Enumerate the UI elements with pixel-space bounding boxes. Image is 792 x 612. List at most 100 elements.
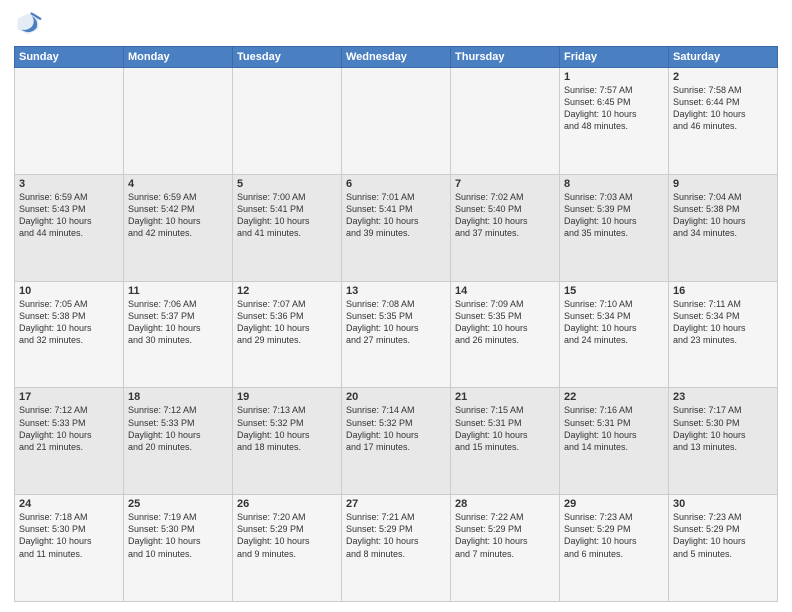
day-info: Sunrise: 7:01 AM Sunset: 5:41 PM Dayligh…: [346, 192, 419, 238]
day-info: Sunrise: 7:22 AM Sunset: 5:29 PM Dayligh…: [455, 512, 528, 558]
day-number: 10: [19, 285, 119, 297]
header-day-sunday: Sunday: [15, 47, 124, 68]
day-number: 3: [19, 178, 119, 190]
day-number: 19: [237, 391, 337, 403]
day-cell: 8Sunrise: 7:03 AM Sunset: 5:39 PM Daylig…: [560, 174, 669, 281]
day-number: 6: [346, 178, 446, 190]
calendar-table: SundayMondayTuesdayWednesdayThursdayFrid…: [14, 46, 778, 602]
week-row-2: 3 Sunrise: 6:59 AM Sunset: 5:43 PM Daylig…: [15, 174, 778, 281]
day-number: 9: [673, 178, 773, 190]
day-info: Sunrise: 7:11 AM Sunset: 5:34 PM Dayligh…: [673, 299, 746, 345]
day-cell: 6 Sunrise: 7:01 AM Sunset: 5:41 PM Daylig…: [342, 174, 451, 281]
day-number: 16: [673, 285, 773, 297]
week-row-4: 17 Sunrise: 7:12 AM Sunset: 5:33 PM Dayli…: [15, 388, 778, 495]
day-cell: 2 Sunrise: 7:58 AM Sunset: 6:44 PM Daylig…: [669, 68, 778, 175]
day-cell: [124, 68, 233, 175]
day-info: Sunrise: 7:19 AM Sunset: 5:30 PM Dayligh…: [128, 512, 201, 558]
day-cell: 24Sunrise: 7:18 AM Sunset: 5:30 PM Dayli…: [15, 495, 124, 602]
day-number: 2: [673, 71, 773, 83]
day-cell: 26 Sunrise: 7:20 AM Sunset: 5:29 PM Dayli…: [233, 495, 342, 602]
day-info: Sunrise: 6:59 AM Sunset: 5:43 PM Dayligh…: [19, 192, 92, 238]
day-info: Sunrise: 7:06 AM Sunset: 5:37 PM Dayligh…: [128, 299, 201, 345]
day-info: Sunrise: 7:13 AM Sunset: 5:32 PM Dayligh…: [237, 405, 310, 451]
day-number: 14: [455, 285, 555, 297]
day-cell: 17Sunrise: 7:12 AM Sunset: 5:33 PM Dayli…: [15, 388, 124, 495]
day-cell: 10 Sunrise: 7:05 AM Sunset: 5:38 PM Dayli…: [15, 281, 124, 388]
day-cell: 16 Sunrise: 7:11 AM Sunset: 5:34 PM Dayli…: [669, 281, 778, 388]
day-cell: [342, 68, 451, 175]
day-cell: 13Sunrise: 7:08 AM Sunset: 5:35 PM Dayli…: [342, 281, 451, 388]
day-cell: [451, 68, 560, 175]
logo-icon: [14, 10, 42, 38]
day-cell: 20 Sunrise: 7:14 AM Sunset: 5:32 PM Dayli…: [342, 388, 451, 495]
calendar-body: 1 Sunrise: 7:57 AM Sunset: 6:45 PM Daylig…: [15, 68, 778, 602]
day-cell: 28 Sunrise: 7:22 AM Sunset: 5:29 PM Dayli…: [451, 495, 560, 602]
day-number: 21: [455, 391, 555, 403]
day-info: Sunrise: 7:00 AM Sunset: 5:41 PM Dayligh…: [237, 192, 310, 238]
day-cell: [15, 68, 124, 175]
day-cell: 7Sunrise: 7:02 AM Sunset: 5:40 PM Daylig…: [451, 174, 560, 281]
day-cell: [233, 68, 342, 175]
day-number: 1: [564, 71, 664, 83]
day-info: Sunrise: 7:15 AM Sunset: 5:31 PM Dayligh…: [455, 405, 528, 451]
header-day-thursday: Thursday: [451, 47, 560, 68]
day-cell: 29Sunrise: 7:23 AM Sunset: 5:29 PM Dayli…: [560, 495, 669, 602]
week-row-5: 24Sunrise: 7:18 AM Sunset: 5:30 PM Dayli…: [15, 495, 778, 602]
day-info: Sunrise: 7:23 AM Sunset: 5:29 PM Dayligh…: [673, 512, 746, 558]
day-number: 12: [237, 285, 337, 297]
day-number: 27: [346, 498, 446, 510]
day-number: 23: [673, 391, 773, 403]
day-cell: 19 Sunrise: 7:13 AM Sunset: 5:32 PM Dayli…: [233, 388, 342, 495]
day-cell: 4Sunrise: 6:59 AM Sunset: 5:42 PM Daylig…: [124, 174, 233, 281]
day-info: Sunrise: 7:16 AM Sunset: 5:31 PM Dayligh…: [564, 405, 637, 451]
day-number: 5: [237, 178, 337, 190]
day-cell: 14 Sunrise: 7:09 AM Sunset: 5:35 PM Dayli…: [451, 281, 560, 388]
day-cell: 27 Sunrise: 7:21 AM Sunset: 5:29 PM Dayli…: [342, 495, 451, 602]
header-day-friday: Friday: [560, 47, 669, 68]
day-cell: 9Sunrise: 7:04 AM Sunset: 5:38 PM Daylig…: [669, 174, 778, 281]
day-info: Sunrise: 7:18 AM Sunset: 5:30 PM Dayligh…: [19, 512, 92, 558]
day-info: Sunrise: 7:20 AM Sunset: 5:29 PM Dayligh…: [237, 512, 310, 558]
day-number: 30: [673, 498, 773, 510]
day-info: Sunrise: 6:59 AM Sunset: 5:42 PM Dayligh…: [128, 192, 201, 238]
day-cell: 18 Sunrise: 7:12 AM Sunset: 5:33 PM Dayli…: [124, 388, 233, 495]
day-number: 15: [564, 285, 664, 297]
day-info: Sunrise: 7:05 AM Sunset: 5:38 PM Dayligh…: [19, 299, 92, 345]
week-row-3: 10 Sunrise: 7:05 AM Sunset: 5:38 PM Dayli…: [15, 281, 778, 388]
day-number: 29: [564, 498, 664, 510]
header-day-tuesday: Tuesday: [233, 47, 342, 68]
day-number: 8: [564, 178, 664, 190]
day-info: Sunrise: 7:21 AM Sunset: 5:29 PM Dayligh…: [346, 512, 419, 558]
day-cell: 21 Sunrise: 7:15 AM Sunset: 5:31 PM Dayli…: [451, 388, 560, 495]
day-cell: 23Sunrise: 7:17 AM Sunset: 5:30 PM Dayli…: [669, 388, 778, 495]
day-cell: 11 Sunrise: 7:06 AM Sunset: 5:37 PM Dayli…: [124, 281, 233, 388]
day-info: Sunrise: 7:07 AM Sunset: 5:36 PM Dayligh…: [237, 299, 310, 345]
day-number: 20: [346, 391, 446, 403]
day-info: Sunrise: 7:10 AM Sunset: 5:34 PM Dayligh…: [564, 299, 637, 345]
header: [14, 10, 778, 38]
day-cell: 1 Sunrise: 7:57 AM Sunset: 6:45 PM Daylig…: [560, 68, 669, 175]
day-info: Sunrise: 7:09 AM Sunset: 5:35 PM Dayligh…: [455, 299, 528, 345]
day-info: Sunrise: 7:02 AM Sunset: 5:40 PM Dayligh…: [455, 192, 528, 238]
day-cell: 22 Sunrise: 7:16 AM Sunset: 5:31 PM Dayli…: [560, 388, 669, 495]
day-number: 18: [128, 391, 228, 403]
day-number: 28: [455, 498, 555, 510]
day-cell: 3 Sunrise: 6:59 AM Sunset: 5:43 PM Daylig…: [15, 174, 124, 281]
day-number: 26: [237, 498, 337, 510]
day-number: 17: [19, 391, 119, 403]
day-info: Sunrise: 7:14 AM Sunset: 5:32 PM Dayligh…: [346, 405, 419, 451]
day-info: Sunrise: 7:58 AM Sunset: 6:44 PM Dayligh…: [673, 85, 746, 131]
header-day-monday: Monday: [124, 47, 233, 68]
day-number: 22: [564, 391, 664, 403]
day-cell: 5 Sunrise: 7:00 AM Sunset: 5:41 PM Daylig…: [233, 174, 342, 281]
header-day-saturday: Saturday: [669, 47, 778, 68]
day-info: Sunrise: 7:12 AM Sunset: 5:33 PM Dayligh…: [128, 405, 201, 451]
logo: [14, 10, 46, 38]
day-cell: 25 Sunrise: 7:19 AM Sunset: 5:30 PM Dayli…: [124, 495, 233, 602]
day-number: 13: [346, 285, 446, 297]
day-number: 25: [128, 498, 228, 510]
calendar-header: SundayMondayTuesdayWednesdayThursdayFrid…: [15, 47, 778, 68]
day-number: 11: [128, 285, 228, 297]
header-row: SundayMondayTuesdayWednesdayThursdayFrid…: [15, 47, 778, 68]
day-info: Sunrise: 7:57 AM Sunset: 6:45 PM Dayligh…: [564, 85, 637, 131]
